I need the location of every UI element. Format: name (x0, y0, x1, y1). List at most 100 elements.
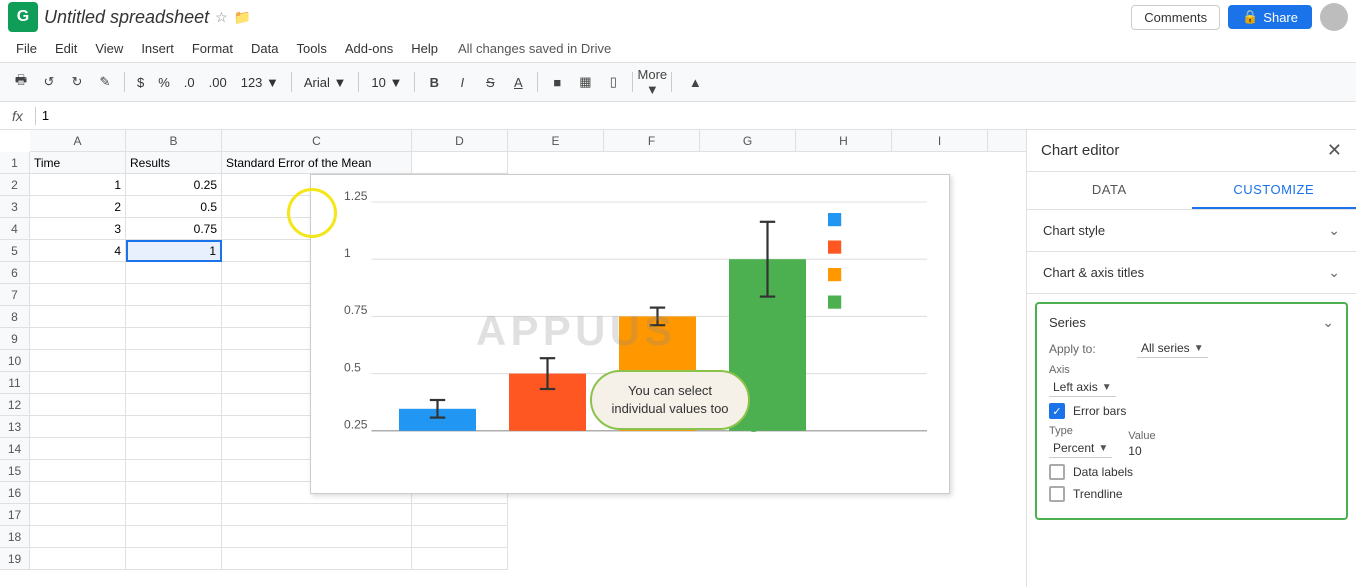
cell-a8[interactable] (30, 306, 126, 328)
cell-d18[interactable] (412, 526, 508, 548)
cell-b10[interactable] (126, 350, 222, 372)
cell-d19[interactable] (412, 548, 508, 570)
cell-b3[interactable]: 0.5 (126, 196, 222, 218)
cell-a5[interactable]: 4 (30, 240, 126, 262)
font-size-button[interactable]: 10 ▼ (365, 73, 408, 92)
cell-a15[interactable] (30, 460, 126, 482)
borders-button[interactable]: ▦ (572, 69, 598, 95)
col-header-f[interactable]: F (604, 130, 700, 151)
trendline-checkbox[interactable] (1049, 486, 1065, 502)
cell-a10[interactable] (30, 350, 126, 372)
row-num-15[interactable]: 15 (0, 460, 30, 482)
col-header-c[interactable]: C (222, 130, 412, 151)
col-header-d[interactable]: D (412, 130, 508, 151)
row-num-2[interactable]: 2 (0, 174, 30, 196)
cell-a1[interactable]: Time (30, 152, 126, 174)
star-icon[interactable]: ☆ (215, 9, 228, 26)
data-labels-checkbox[interactable] (1049, 464, 1065, 480)
cell-a4[interactable]: 3 (30, 218, 126, 240)
row-num-3[interactable]: 3 (0, 196, 30, 218)
apply-to-dropdown[interactable]: All series ▼ (1137, 339, 1208, 358)
cell-a19[interactable] (30, 548, 126, 570)
cell-b8[interactable] (126, 306, 222, 328)
cell-c18[interactable] (222, 526, 412, 548)
menu-file[interactable]: File (8, 39, 45, 58)
folder-icon[interactable]: 📁 (234, 9, 251, 26)
cell-a13[interactable] (30, 416, 126, 438)
decimal-decrease-button[interactable]: .0 (178, 73, 201, 92)
row-num-12[interactable]: 12 (0, 394, 30, 416)
cell-a11[interactable] (30, 372, 126, 394)
decimal-increase-button[interactable]: .00 (203, 73, 233, 92)
row-num-9[interactable]: 9 (0, 328, 30, 350)
number-format-button[interactable]: 123 ▼ (235, 73, 285, 92)
cell-c1[interactable]: Standard Error of the Mean (222, 152, 412, 174)
cell-b17[interactable] (126, 504, 222, 526)
row-num-11[interactable]: 11 (0, 372, 30, 394)
cell-b4[interactable]: 0.75 (126, 218, 222, 240)
row-num-18[interactable]: 18 (0, 526, 30, 548)
cell-b11[interactable] (126, 372, 222, 394)
strikethrough-button[interactable]: S (477, 69, 503, 95)
cell-b16[interactable] (126, 482, 222, 504)
row-num-14[interactable]: 14 (0, 438, 30, 460)
menu-data[interactable]: Data (243, 39, 286, 58)
cell-a18[interactable] (30, 526, 126, 548)
row-num-5[interactable]: 5 (0, 240, 30, 262)
tab-customize[interactable]: CUSTOMIZE (1192, 172, 1356, 209)
row-num-16[interactable]: 16 (0, 482, 30, 504)
menu-edit[interactable]: Edit (47, 39, 85, 58)
row-num-17[interactable]: 17 (0, 504, 30, 526)
type-dropdown[interactable]: Percent ▼ (1049, 439, 1112, 458)
col-header-i[interactable]: I (892, 130, 988, 151)
redo-button[interactable]: ↻ (64, 69, 90, 95)
col-header-e[interactable]: E (508, 130, 604, 151)
cell-a2[interactable]: 1 (30, 174, 126, 196)
cell-b5[interactable]: 1 (126, 240, 222, 262)
cell-b9[interactable] (126, 328, 222, 350)
error-bars-checkbox[interactable]: ✓ (1049, 403, 1065, 419)
row-num-10[interactable]: 10 (0, 350, 30, 372)
cell-b12[interactable] (126, 394, 222, 416)
fill-color-button[interactable]: ■ (544, 69, 570, 95)
chart-container[interactable]: 1.25 1 0.75 0.5 0.25 (310, 174, 950, 494)
paint-format-button[interactable]: ✎ (92, 69, 118, 95)
percent-button[interactable]: % (152, 73, 176, 92)
text-color-button[interactable]: A (505, 69, 531, 95)
bold-button[interactable]: B (421, 69, 447, 95)
tab-data[interactable]: DATA (1027, 172, 1192, 209)
chart-style-section[interactable]: Chart style ⌄ (1027, 210, 1356, 252)
formula-input[interactable] (42, 108, 1350, 123)
cell-b1[interactable]: Results (126, 152, 222, 174)
cell-a14[interactable] (30, 438, 126, 460)
row-num-8[interactable]: 8 (0, 306, 30, 328)
row-num-6[interactable]: 6 (0, 262, 30, 284)
cell-a17[interactable] (30, 504, 126, 526)
font-family-button[interactable]: Arial ▼ (298, 73, 353, 92)
cell-d17[interactable] (412, 504, 508, 526)
print-button[interactable]: 🖶 (8, 69, 34, 95)
cell-b19[interactable] (126, 548, 222, 570)
cell-a9[interactable] (30, 328, 126, 350)
cell-a6[interactable] (30, 262, 126, 284)
cell-b18[interactable] (126, 526, 222, 548)
row-num-7[interactable]: 7 (0, 284, 30, 306)
cell-b2[interactable]: 0.25 (126, 174, 222, 196)
share-button[interactable]: 🔒 Share (1228, 5, 1312, 29)
axis-dropdown[interactable]: Left axis ▼ (1049, 378, 1116, 397)
row-num-13[interactable]: 13 (0, 416, 30, 438)
menu-help[interactable]: Help (403, 39, 446, 58)
row-num-19[interactable]: 19 (0, 548, 30, 570)
more-button[interactable]: More ▼ (639, 69, 665, 95)
cell-a3[interactable]: 2 (30, 196, 126, 218)
row-num-4[interactable]: 4 (0, 218, 30, 240)
cell-d1[interactable] (412, 152, 508, 174)
merge-cells-button[interactable]: ▯ (600, 69, 626, 95)
chart-axis-titles-section[interactable]: Chart & axis titles ⌄ (1027, 252, 1356, 294)
italic-button[interactable]: I (449, 69, 475, 95)
currency-button[interactable]: $ (131, 73, 150, 92)
editor-close-button[interactable]: ✕ (1327, 140, 1342, 161)
cell-b14[interactable] (126, 438, 222, 460)
cell-b7[interactable] (126, 284, 222, 306)
cell-b6[interactable] (126, 262, 222, 284)
